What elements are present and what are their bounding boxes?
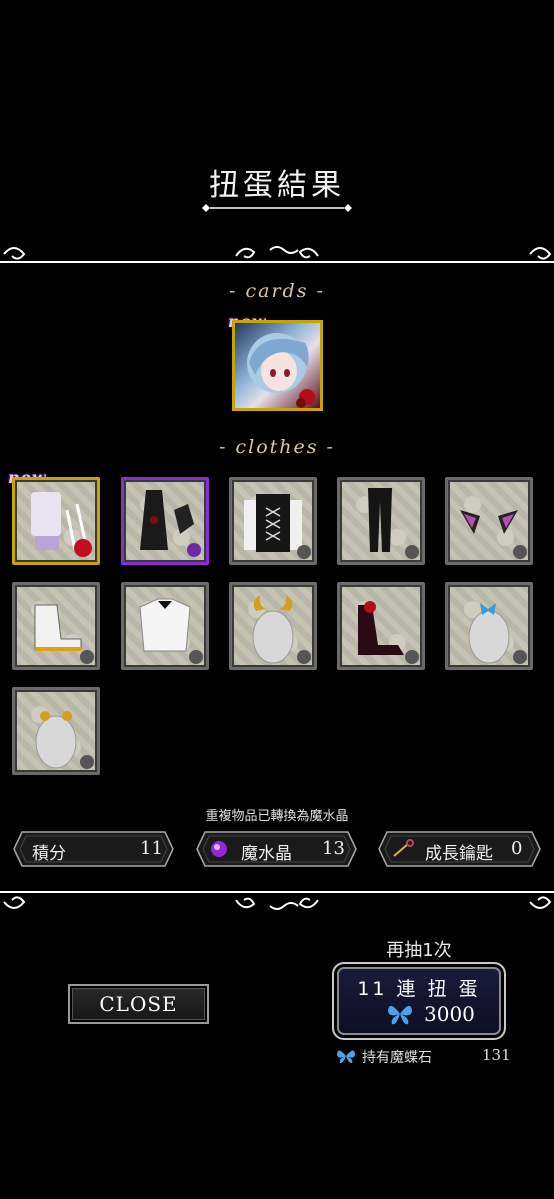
cat-ears-icon bbox=[460, 510, 527, 559]
butterfly-icon bbox=[337, 1050, 355, 1064]
gold-horns-icon bbox=[252, 595, 311, 664]
trousers-icon bbox=[368, 488, 419, 559]
character-portrait bbox=[247, 333, 315, 408]
owned-stones-value: 131 bbox=[482, 1046, 511, 1064]
crystal-pill: 魔水晶 13 bbox=[195, 830, 358, 868]
title-ornament bbox=[202, 204, 352, 212]
gacha-title: 11 連 扭 蛋 bbox=[357, 978, 481, 1000]
card-item[interactable] bbox=[232, 320, 323, 411]
clothing-item-butterfly-clip[interactable] bbox=[445, 582, 533, 670]
clothing-item-sneakers[interactable] bbox=[12, 582, 100, 670]
key-label: 成長鑰匙 bbox=[425, 844, 493, 864]
red-heels-icon bbox=[358, 601, 419, 664]
crystal-label: 魔水晶 bbox=[241, 844, 292, 864]
close-button[interactable]: CLOSE bbox=[68, 984, 209, 1024]
clothing-item-gold-horns[interactable] bbox=[229, 582, 317, 670]
butterfly-icon bbox=[388, 1005, 412, 1025]
clothing-item-corset-shirt[interactable] bbox=[229, 477, 317, 565]
draw-again-label: 再抽1次 bbox=[386, 940, 452, 961]
top-divider bbox=[0, 246, 554, 263]
dark-dress-icon bbox=[140, 490, 201, 557]
bottom-divider bbox=[0, 891, 554, 910]
corset-shirt-icon bbox=[244, 494, 311, 559]
points-label: 積分 bbox=[32, 844, 66, 864]
gacha-11-draw-button[interactable]: 11 連 扭 蛋 3000 bbox=[332, 962, 506, 1040]
clothing-item-red-heels[interactable] bbox=[337, 582, 425, 670]
white-blouse-icon bbox=[139, 598, 203, 664]
points-pill: 積分 11 bbox=[12, 830, 175, 868]
key-value: 0 bbox=[511, 838, 523, 859]
crystal-value: 13 bbox=[322, 838, 345, 859]
clothing-item-jacket-set[interactable] bbox=[12, 477, 100, 565]
clothing-item-white-blouse[interactable] bbox=[121, 582, 209, 670]
jacket-set-icon bbox=[31, 492, 92, 557]
points-value: 11 bbox=[140, 838, 163, 859]
clothing-item-dark-dress[interactable] bbox=[121, 477, 209, 565]
key-pill: 成長鑰匙 0 bbox=[377, 830, 542, 868]
sneakers-icon bbox=[34, 604, 94, 664]
key-icon bbox=[393, 839, 414, 857]
cards-section-label: - cards - bbox=[229, 280, 325, 302]
clothing-item-trousers[interactable] bbox=[337, 477, 425, 565]
crystal-icon bbox=[211, 841, 227, 857]
owned-stones-label: 持有魔蝶石 bbox=[362, 1050, 432, 1066]
clothing-item-ears[interactable] bbox=[445, 477, 533, 565]
clothes-section-label: - clothes - bbox=[219, 436, 335, 458]
butterfly-clip-icon bbox=[468, 603, 527, 664]
small-horns-icon bbox=[35, 711, 94, 769]
clothing-item-small-horns[interactable] bbox=[12, 687, 100, 775]
duplicate-note: 重複物品已轉換為魔水晶 bbox=[205, 809, 349, 824]
gacha-price: 3000 bbox=[424, 1002, 475, 1026]
page-title: 扭蛋結果 bbox=[209, 168, 345, 203]
